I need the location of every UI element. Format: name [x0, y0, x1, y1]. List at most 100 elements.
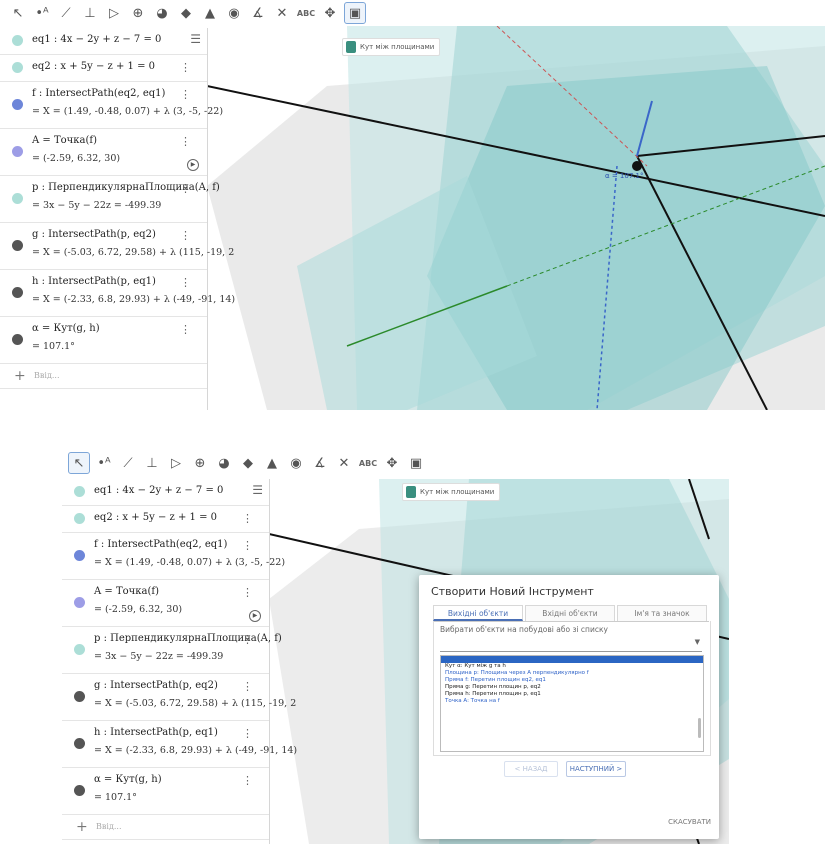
visibility-toggle[interactable] [74, 785, 85, 796]
line-icon[interactable]: ⟋ [118, 453, 138, 473]
play-icon[interactable]: ▶ [249, 610, 261, 622]
visibility-toggle[interactable] [12, 193, 23, 204]
algebra-row[interactable]: h : IntersectPath(p, eq1) = X = (-2.33, … [0, 270, 235, 317]
more-options-icon[interactable]: ⋮ [180, 323, 191, 336]
plane-icon[interactable]: ◆ [238, 453, 258, 473]
algebra-row[interactable]: p : ПерпендикулярнаПлощина(A, f) = 3x − … [0, 176, 220, 223]
move-view-icon[interactable]: ✥ [320, 3, 340, 23]
visibility-toggle[interactable] [12, 99, 23, 110]
output-objects-list[interactable]: Кут α: Кут між g та h Площина p: Площина… [440, 655, 704, 752]
list-item[interactable]: Кут α: Кут між g та h [441, 663, 703, 670]
cursor-arrow-icon[interactable]: ↖ [68, 452, 90, 474]
more-options-icon[interactable]: ⋮ [180, 276, 191, 289]
list-item[interactable]: Точка A: Точка на f [441, 698, 703, 705]
object-select[interactable]: ▼ [440, 635, 702, 652]
cursor-arrow-icon[interactable]: ↖ [8, 3, 28, 23]
more-options-icon[interactable]: ⋮ [242, 774, 253, 787]
add-icon[interactable]: + [14, 368, 26, 384]
more-options-icon[interactable]: ⋮ [180, 229, 191, 242]
more-options-icon[interactable]: ⋮ [242, 680, 253, 693]
next-button[interactable]: НАСТУПНИЙ > [566, 761, 626, 777]
algebra-input-row[interactable]: + Ввід... [0, 364, 207, 389]
visibility-toggle[interactable] [74, 738, 85, 749]
algebra-row[interactable]: eq1 : 4x − 2y + z − 7 = 0 ☰ [62, 479, 269, 506]
algebra-row[interactable]: eq2 : x + 5y − z + 1 = 0 ⋮ [0, 55, 207, 82]
algebra-row[interactable]: A = Точка(f) = (-2.59, 6.32, 30) ⋮ ▶ [0, 129, 207, 176]
plane-icon[interactable]: ◆ [176, 3, 196, 23]
perpendicular-icon[interactable]: ⊥ [80, 3, 100, 23]
play-icon[interactable]: ▶ [187, 159, 199, 171]
more-options-icon[interactable]: ⋮ [242, 512, 253, 525]
custom-tool-icon[interactable]: ▣ [406, 453, 426, 473]
polygon-icon[interactable]: ▷ [104, 3, 124, 23]
algebra-menu-icon[interactable]: ☰ [252, 483, 263, 497]
visibility-toggle[interactable] [74, 691, 85, 702]
angle-icon[interactable]: ∡ [248, 3, 268, 23]
pyramid-icon[interactable]: ▲ [200, 3, 220, 23]
more-options-icon[interactable]: ⋮ [180, 88, 191, 101]
list-item[interactable]: Пряма g: Перетин площин p, eq2 [441, 684, 703, 691]
sphere-dot-icon[interactable]: ◉ [286, 453, 306, 473]
sphere-icon[interactable]: ◕ [214, 453, 234, 473]
algebra-row[interactable]: eq1 : 4x − 2y + z − 7 = 0 ☰ [0, 28, 207, 55]
visibility-toggle[interactable] [12, 146, 23, 157]
visibility-toggle[interactable] [74, 486, 85, 497]
more-options-icon[interactable]: ⋮ [242, 586, 253, 599]
scrollbar[interactable] [698, 718, 701, 738]
sphere-dot-icon[interactable]: ◉ [224, 3, 244, 23]
pyramid-icon[interactable]: ▲ [262, 453, 282, 473]
visibility-toggle[interactable] [12, 62, 23, 73]
more-options-icon[interactable]: ⋮ [242, 727, 253, 740]
algebra-input[interactable]: Ввід... [96, 822, 122, 831]
visibility-toggle[interactable] [12, 35, 23, 46]
circle-icon[interactable]: ⊕ [128, 3, 148, 23]
algebra-row[interactable]: f : IntersectPath(eq2, eq1) = X = (1.49,… [62, 533, 285, 580]
list-item[interactable]: Площина p: Площина через A перпендикуляр… [441, 670, 703, 677]
text-icon[interactable]: ABC [358, 453, 378, 473]
algebra-row[interactable]: g : IntersectPath(p, eq2) = X = (-5.03, … [62, 674, 296, 721]
visibility-toggle[interactable] [74, 644, 85, 655]
list-item[interactable]: Пряма h: Перетин площин p, eq1 [441, 691, 703, 698]
algebra-row[interactable]: α = Кут(g, h) = 107.1° ⋮ [0, 317, 207, 364]
list-item[interactable]: Пряма f: Перетин площин eq2, eq1 [441, 677, 703, 684]
visibility-toggle[interactable] [74, 513, 85, 524]
polygon-icon[interactable]: ▷ [166, 453, 186, 473]
line-icon[interactable]: ⟋ [56, 3, 76, 23]
add-icon[interactable]: + [76, 819, 88, 835]
algebra-input[interactable]: Ввід... [34, 371, 60, 380]
algebra-row[interactable]: f : IntersectPath(eq2, eq1) = X = (1.49,… [0, 82, 223, 129]
algebra-row[interactable]: α = Кут(g, h) = 107.1° ⋮ [62, 768, 269, 815]
point-icon[interactable]: •ᴬ [32, 3, 52, 23]
algebra-row[interactable]: g : IntersectPath(p, eq2) = X = (-5.03, … [0, 223, 234, 270]
algebra-input-row[interactable]: + Ввід... [62, 815, 269, 840]
algebra-row[interactable]: h : IntersectPath(p, eq1) = X = (-2.33, … [62, 721, 297, 768]
tab-input-objects[interactable]: Вхідні об'єкти [525, 605, 615, 621]
sphere-icon[interactable]: ◕ [152, 3, 172, 23]
algebra-row[interactable]: p : ПерпендикулярнаПлощина(A, f) = 3x − … [62, 627, 282, 674]
visibility-toggle[interactable] [74, 597, 85, 608]
reflect-icon[interactable]: ✕ [334, 453, 354, 473]
algebra-row[interactable]: eq2 : x + 5y − z + 1 = 0 ⋮ [62, 506, 269, 533]
perpendicular-icon[interactable]: ⊥ [142, 453, 162, 473]
more-options-icon[interactable]: ⋮ [180, 182, 191, 195]
graphics-3d-view[interactable]: Кут між площинами α = 107.1° [207, 26, 825, 410]
more-options-icon[interactable]: ⋮ [242, 539, 253, 552]
point-icon[interactable]: •ᴬ [94, 453, 114, 473]
back-button[interactable]: < НАЗАД [504, 761, 558, 777]
visibility-toggle[interactable] [74, 550, 85, 561]
algebra-menu-icon[interactable]: ☰ [190, 32, 201, 46]
more-options-icon[interactable]: ⋮ [242, 633, 253, 646]
algebra-row[interactable]: A = Точка(f) = (-2.59, 6.32, 30) ⋮ ▶ [62, 580, 269, 627]
visibility-toggle[interactable] [12, 240, 23, 251]
angle-icon[interactable]: ∡ [310, 453, 330, 473]
visibility-toggle[interactable] [12, 287, 23, 298]
reflect-icon[interactable]: ✕ [272, 3, 292, 23]
more-options-icon[interactable]: ⋮ [180, 61, 191, 74]
custom-tool-icon[interactable]: ▣ [344, 2, 366, 24]
circle-icon[interactable]: ⊕ [190, 453, 210, 473]
tab-output-objects[interactable]: Вихідні об'єкти [433, 605, 523, 621]
tab-name-and-icon[interactable]: Ім'я та значок [617, 605, 707, 621]
move-view-icon[interactable]: ✥ [382, 453, 402, 473]
text-icon[interactable]: ABC [296, 3, 316, 23]
more-options-icon[interactable]: ⋮ [180, 135, 191, 148]
